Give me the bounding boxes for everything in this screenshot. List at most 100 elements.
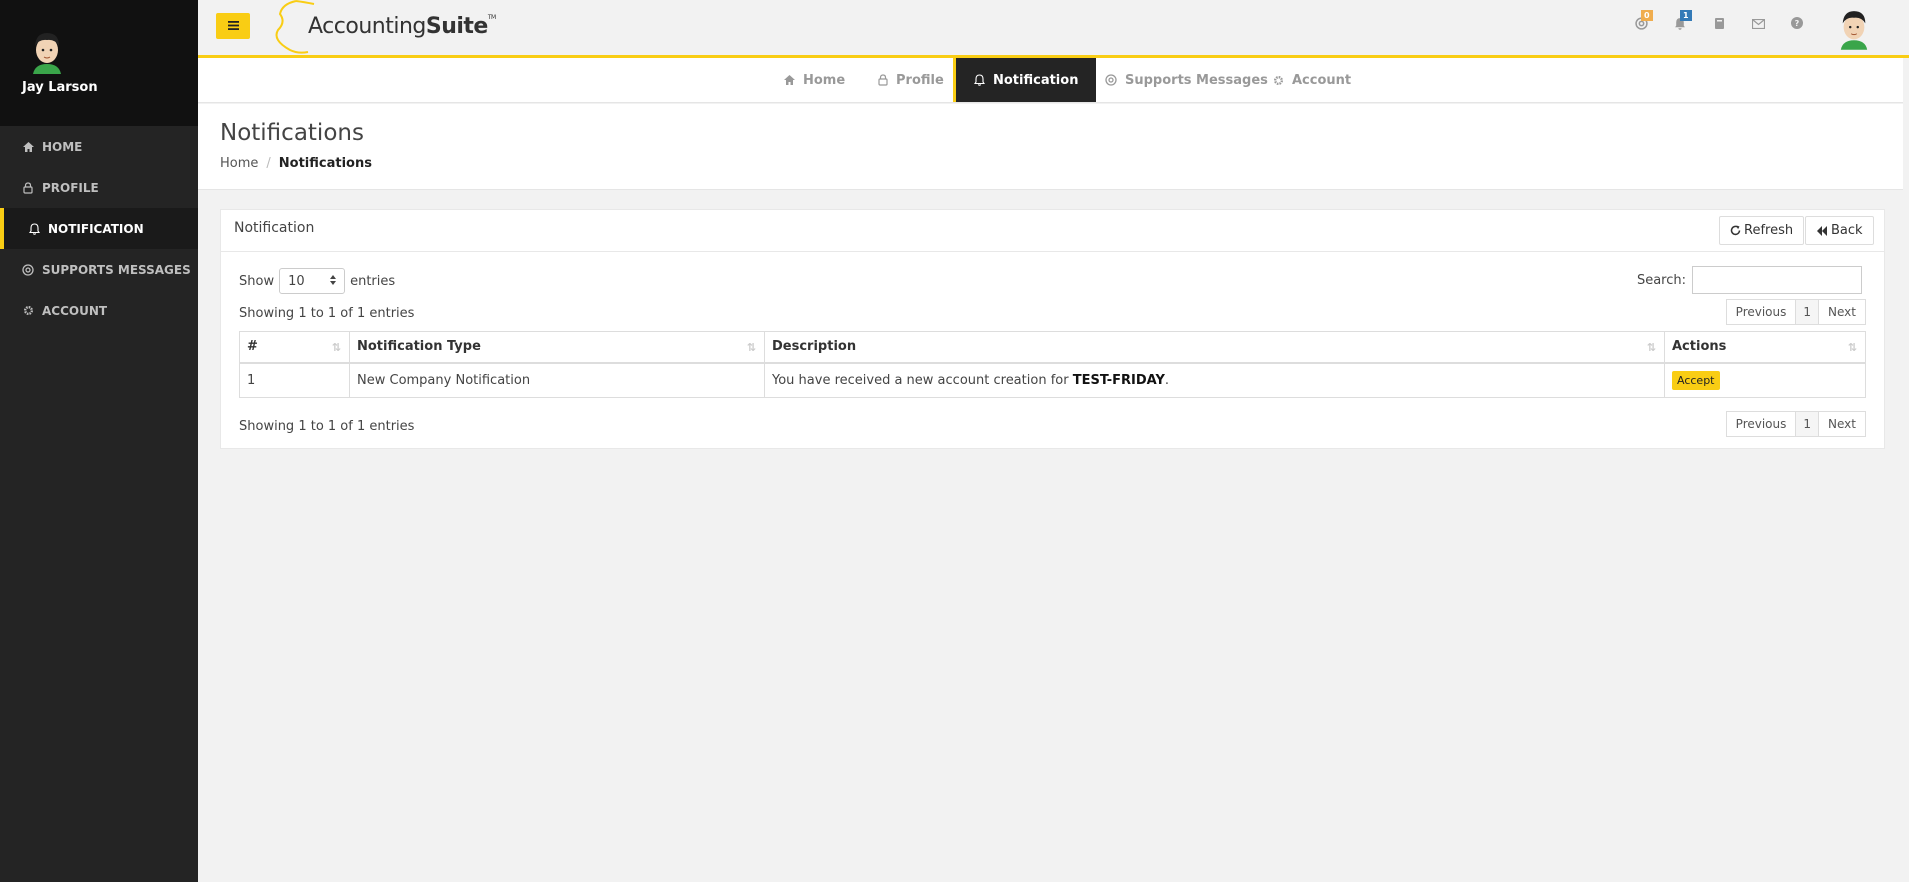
refresh-button[interactable]: Refresh xyxy=(1719,216,1805,245)
notification-panel: Notification Refresh Back Show 10 entrie… xyxy=(220,209,1885,449)
help-button[interactable]: ? xyxy=(1789,17,1805,33)
sidebar-item-label: HOME xyxy=(42,139,83,154)
gear-icon xyxy=(22,305,34,317)
cell-notification-type: New Company Notification xyxy=(349,362,765,398)
page-1-button[interactable]: 1 xyxy=(1795,299,1820,325)
sidebar-item-label: PROFILE xyxy=(42,180,99,195)
notifications-badge: 1 xyxy=(1680,10,1692,21)
page-length-control: Show 10 entries xyxy=(239,268,395,294)
table-row: 1 New Company Notification You have rece… xyxy=(239,362,1866,398)
lock-icon xyxy=(878,74,888,86)
notifications-button[interactable]: 1 xyxy=(1672,10,1692,33)
column-header-notification-type[interactable]: Notification Type ⇅ xyxy=(349,331,765,364)
notifications-table: # ⇅ Notification Type ⇅ Description ⇅ Actio… xyxy=(239,331,1866,398)
cell-actions: Accept xyxy=(1664,362,1866,398)
breadcrumb: Home / Notifications xyxy=(220,156,372,171)
panel-header: Notification Refresh Back xyxy=(221,210,1884,252)
page-1-button[interactable]: 1 xyxy=(1795,411,1820,437)
bell-icon xyxy=(974,74,985,86)
home-icon xyxy=(22,141,34,153)
support-badge: 0 xyxy=(1641,10,1653,21)
page-title: Notifications xyxy=(220,120,364,146)
sidebar-item-label: SUPPORTS MESSAGES xyxy=(42,262,191,277)
next-page-button[interactable]: Next xyxy=(1818,299,1866,325)
column-header-description[interactable]: Description ⇅ xyxy=(764,331,1665,364)
book-button[interactable] xyxy=(1711,17,1727,33)
sort-icon: ⇅ xyxy=(1646,341,1656,354)
tab-label: Profile xyxy=(896,72,944,88)
lifebuoy-icon xyxy=(22,263,34,276)
pagination-top: Previous 1 Next xyxy=(1725,299,1866,325)
sort-icon: ⇅ xyxy=(1847,341,1857,354)
backward-icon xyxy=(1816,225,1828,236)
lifebuoy-icon xyxy=(1105,74,1117,86)
user-avatar[interactable] xyxy=(30,30,64,74)
accept-button[interactable]: Accept xyxy=(1672,370,1720,390)
refresh-icon xyxy=(1730,225,1741,236)
sidebar-item-account[interactable]: ACCOUNT xyxy=(0,290,198,331)
previous-page-button[interactable]: Previous xyxy=(1725,299,1797,325)
pagination-bottom: Previous 1 Next xyxy=(1725,411,1866,437)
logo-text: AccountingSuiteTM xyxy=(308,14,496,39)
tab-label: Account xyxy=(1292,72,1352,88)
sidebar-item-supports-messages[interactable]: SUPPORTS MESSAGES xyxy=(0,249,198,290)
breadcrumb-home-link[interactable]: Home xyxy=(220,156,258,171)
previous-page-button[interactable]: Previous xyxy=(1725,411,1797,437)
table-info-top: Showing 1 to 1 of 1 entries xyxy=(239,306,415,321)
updown-arrows-icon xyxy=(330,274,337,289)
messages-button[interactable] xyxy=(1750,17,1766,33)
description-company: TEST-FRIDAY xyxy=(1072,372,1165,388)
search-control: Search: xyxy=(1637,266,1862,294)
tab-bar: Home Profile Notification Supports Messa… xyxy=(198,58,1903,103)
lock-icon xyxy=(22,181,34,194)
description-suffix: . xyxy=(1164,372,1170,388)
menu-toggle-button[interactable] xyxy=(216,13,250,39)
user-block: Jay Larson xyxy=(0,0,198,126)
sidebar-item-label: ACCOUNT xyxy=(42,303,108,318)
tab-account[interactable]: Account xyxy=(1273,58,1351,102)
back-label: Back xyxy=(1831,223,1863,238)
hamburger-icon xyxy=(227,19,239,34)
table-header-row: # ⇅ Notification Type ⇅ Description ⇅ Actio… xyxy=(239,331,1866,364)
tab-supports-messages[interactable]: Supports Messages xyxy=(1105,58,1268,102)
support-button[interactable]: 0 xyxy=(1633,10,1653,33)
page-header: Notifications Home / Notifications xyxy=(198,104,1903,190)
sidebar-item-label: NOTIFICATION xyxy=(48,221,144,236)
description-text: You have received a new account creation… xyxy=(772,372,1069,388)
tab-profile[interactable]: Profile xyxy=(878,58,944,102)
page-length-value: 10 xyxy=(288,273,305,289)
entries-label: entries xyxy=(350,273,396,289)
page-length-select[interactable]: 10 xyxy=(279,268,346,294)
sidebar-item-home[interactable]: HOME xyxy=(0,126,198,167)
search-input[interactable] xyxy=(1692,266,1862,294)
column-header-actions[interactable]: Actions ⇅ xyxy=(1664,331,1866,364)
back-button[interactable]: Back xyxy=(1805,216,1874,245)
tab-label: Home xyxy=(803,72,846,88)
column-label: Notification Type xyxy=(357,339,481,355)
next-page-button[interactable]: Next xyxy=(1818,411,1866,437)
sidebar: Jay Larson HOME PROFILE NOTIFICATION SUP… xyxy=(0,0,198,882)
search-label: Search: xyxy=(1636,272,1686,288)
sort-asc-icon: ⇅ xyxy=(331,341,341,354)
tab-home[interactable]: Home xyxy=(784,58,845,102)
envelope-icon xyxy=(1751,18,1765,33)
sidebar-item-notification[interactable]: NOTIFICATION xyxy=(0,208,198,249)
book-icon xyxy=(1714,17,1725,34)
tab-notification[interactable]: Notification xyxy=(953,58,1097,102)
column-header-number[interactable]: # ⇅ xyxy=(239,331,350,364)
question-circle-icon: ? xyxy=(1791,17,1803,33)
top-user-avatar[interactable] xyxy=(1838,8,1870,50)
bell-icon xyxy=(28,222,40,235)
home-icon xyxy=(784,75,795,85)
sort-icon: ⇅ xyxy=(746,341,756,354)
breadcrumb-current: Notifications xyxy=(278,156,372,171)
top-bar: AccountingSuiteTM 0 1 ? xyxy=(198,0,1909,58)
sidebar-item-profile[interactable]: PROFILE xyxy=(0,167,198,208)
svg-text:?: ? xyxy=(1795,19,1800,28)
user-name: Jay Larson xyxy=(22,80,98,95)
tab-label: Supports Messages xyxy=(1125,72,1268,88)
app-logo[interactable]: AccountingSuiteTM xyxy=(268,0,496,55)
cell-description: You have received a new account creation… xyxy=(764,362,1665,398)
show-label: Show xyxy=(239,273,275,289)
tab-label: Notification xyxy=(993,72,1079,88)
